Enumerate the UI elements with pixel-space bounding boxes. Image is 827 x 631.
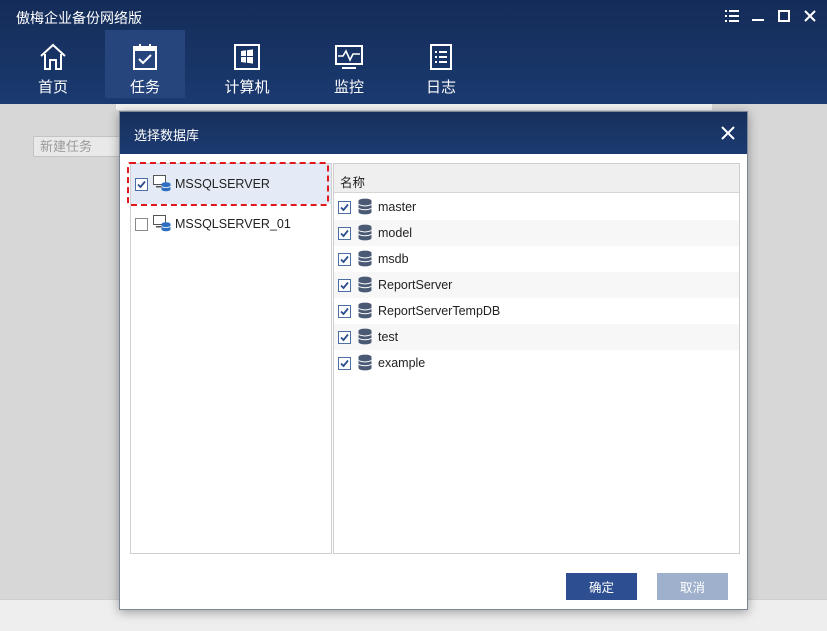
home-icon	[40, 43, 66, 70]
nav-item-monitor[interactable]: 监控	[309, 30, 389, 98]
computer-windows-icon	[234, 44, 260, 70]
close-icon[interactable]	[797, 4, 823, 28]
app-title: 傲梅企业备份网络版	[16, 10, 142, 26]
database-label: model	[378, 226, 413, 240]
maximize-icon[interactable]	[771, 4, 797, 28]
database-list: 名称 master model msdb ReportServer ReportServ…	[333, 163, 740, 554]
database-icon	[358, 224, 372, 241]
nav-item-computer[interactable]: 计算机	[207, 30, 287, 98]
menu-icon[interactable]	[719, 4, 745, 28]
nav-label-home: 首页	[37, 79, 68, 96]
database-icon	[358, 250, 372, 267]
new-task-input[interactable]: 新建任务	[33, 136, 121, 157]
database-row[interactable]: ReportServerTempDB	[334, 298, 739, 324]
database-checkbox[interactable]	[338, 331, 351, 344]
database-label: master	[378, 200, 417, 214]
database-checkbox[interactable]	[338, 227, 351, 240]
nav-label-log: 日志	[425, 79, 456, 96]
server-label: MSSQLSERVER	[175, 177, 270, 191]
dialog-close-icon[interactable]	[717, 122, 739, 144]
log-icon	[430, 44, 452, 70]
sql-server-icon	[153, 175, 171, 192]
dialog-title: 选择数据库	[134, 128, 200, 143]
task-calendar-icon	[133, 44, 157, 70]
database-row[interactable]: example	[334, 350, 739, 376]
database-label: test	[378, 330, 399, 344]
database-checkbox[interactable]	[338, 279, 351, 292]
database-row[interactable]: ReportServer	[334, 272, 739, 298]
database-checkbox[interactable]	[338, 201, 351, 214]
database-checkbox[interactable]	[338, 357, 351, 370]
nav-item-log[interactable]: 日志	[401, 30, 481, 98]
dialog-header: 选择数据库	[120, 112, 747, 154]
background-panel-strip	[116, 104, 712, 110]
select-database-dialog: 选择数据库 MSSQLSERVER MSSQLSERVER_01 名称 mast…	[119, 111, 748, 610]
cancel-button[interactable]: 取消	[657, 573, 728, 600]
server-item-mssqlserver[interactable]: MSSQLSERVER	[131, 164, 331, 204]
server-list: MSSQLSERVER MSSQLSERVER_01	[130, 163, 332, 554]
database-icon	[358, 276, 372, 293]
server-label: MSSQLSERVER_01	[175, 217, 291, 231]
database-icon	[358, 354, 372, 371]
server-item-mssqlserver-01[interactable]: MSSQLSERVER_01	[131, 204, 331, 244]
nav-label-task: 任务	[129, 79, 160, 96]
app-header: 傲梅企业备份网络版 首页 任务 计算机 监控 日志	[0, 0, 827, 104]
database-row[interactable]: model	[334, 220, 739, 246]
database-label: example	[378, 356, 426, 370]
nav-item-home[interactable]: 首页	[13, 30, 93, 98]
column-header-label: 名称	[340, 176, 366, 190]
name-column-header[interactable]: 名称	[334, 164, 739, 193]
nav-item-task[interactable]: 任务	[105, 30, 185, 98]
database-checkbox[interactable]	[338, 305, 351, 318]
database-label: msdb	[378, 252, 409, 266]
database-row[interactable]: msdb	[334, 246, 739, 272]
database-label: ReportServer	[378, 278, 453, 292]
ok-button[interactable]: 确定	[566, 573, 637, 600]
server-checkbox[interactable]	[135, 218, 148, 231]
database-label: ReportServerTempDB	[378, 304, 501, 318]
monitor-icon	[335, 45, 363, 69]
nav-label-computer: 计算机	[224, 79, 270, 96]
sql-server-icon	[153, 215, 171, 232]
database-icon	[358, 198, 372, 215]
main-nav: 首页 任务 计算机 监控 日志	[0, 30, 500, 100]
server-checkbox[interactable]	[135, 178, 148, 191]
database-icon	[358, 302, 372, 319]
database-row[interactable]: test	[334, 324, 739, 350]
window-controls	[719, 4, 823, 28]
nav-label-monitor: 监控	[333, 79, 364, 96]
database-icon	[358, 328, 372, 345]
database-checkbox[interactable]	[338, 253, 351, 266]
minimize-icon[interactable]	[745, 4, 771, 28]
database-row[interactable]: master	[334, 194, 739, 220]
